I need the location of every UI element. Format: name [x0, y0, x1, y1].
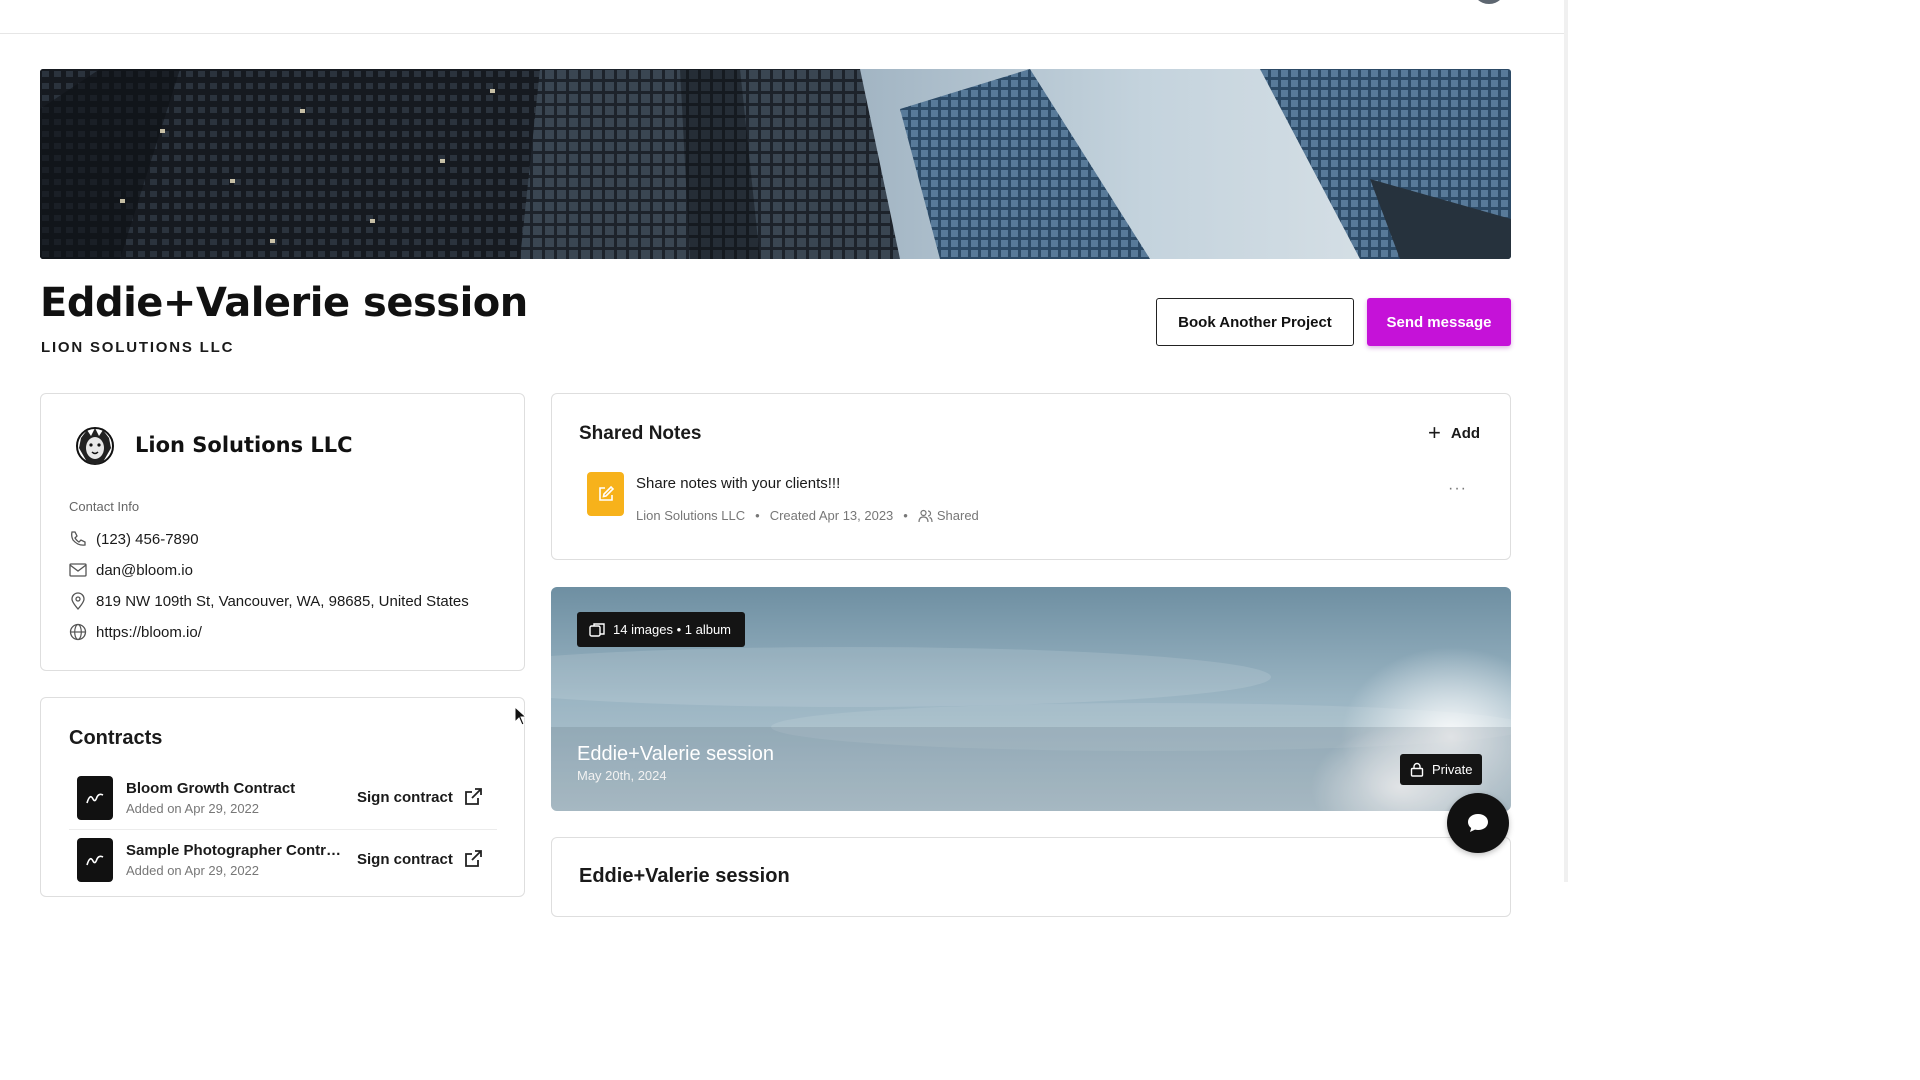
gallery-card[interactable]: 14 images • 1 album Eddie+Valerie sessio…	[551, 587, 1511, 811]
gallery-card-secondary[interactable]: Eddie+Valerie session	[551, 837, 1511, 917]
add-note-button[interactable]: + Add	[1428, 420, 1481, 445]
note-visibility: Shared	[936, 508, 979, 523]
client-name-subtitle: LION SOLUTIONS LLC	[41, 339, 235, 356]
contract-row: Sample Photographer Contract Added on Ap…	[69, 836, 497, 892]
contracts-card: Contracts Bloom Growth Contract Added on…	[40, 697, 525, 897]
contract-added-date: Added on Apr 29, 2022	[126, 863, 260, 878]
images-icon	[589, 622, 605, 637]
contact-info-label: Contact Info	[69, 499, 140, 514]
external-link-icon	[464, 850, 482, 867]
signature-icon	[77, 838, 113, 882]
location-pin-icon	[71, 592, 85, 610]
project-cover-image	[40, 69, 1511, 259]
scrollbar[interactable]	[1564, 0, 1568, 882]
private-badge: Private	[1400, 754, 1483, 785]
lock-icon	[1410, 762, 1424, 777]
contact-email-row[interactable]: dan@bloom.io	[68, 559, 508, 581]
gallery-count-text: 14 images • 1 album	[613, 622, 732, 637]
contract-added-date: Added on Apr 29, 2022	[126, 801, 260, 816]
lion-head-icon	[73, 424, 117, 468]
globe-icon	[69, 623, 87, 641]
book-another-project-button[interactable]: Book Another Project	[1156, 298, 1354, 346]
note-text[interactable]: Share notes with your clients!!!	[636, 475, 840, 492]
external-link-icon	[464, 788, 482, 805]
sign-contract-link[interactable]: Sign contract	[357, 849, 483, 869]
users-icon	[918, 509, 933, 522]
contract-name: Bloom Growth Contract	[126, 780, 296, 797]
mouse-cursor-icon	[514, 706, 528, 726]
chat-bubble-icon[interactable]	[1447, 793, 1509, 853]
contact-phone: (123) 456-7890	[96, 530, 199, 548]
company-name: Lion Solutions LLC	[135, 433, 353, 457]
top-navbar	[0, 0, 1564, 34]
user-avatar[interactable]	[1472, 0, 1506, 4]
page-title: Eddie+Valerie session	[40, 280, 528, 326]
gallery-date: May 20th, 2024	[577, 768, 667, 783]
note-author: Lion Solutions LLC	[636, 508, 746, 523]
note-meta: Lion Solutions LLC • Created Apr 13, 202…	[636, 508, 979, 523]
shared-notes-card: Shared Notes + Add Share notes with your…	[551, 393, 1511, 560]
signature-icon	[77, 776, 113, 820]
sign-contract-link[interactable]: Sign contract	[357, 787, 483, 807]
sign-contract-label: Sign contract	[357, 788, 453, 806]
gallery-title: Eddie+Valerie session	[577, 743, 774, 765]
mail-icon	[69, 563, 87, 577]
contact-website-row[interactable]: https://bloom.io/	[68, 621, 508, 643]
separator-dot: •	[903, 508, 908, 523]
contract-name: Sample Photographer Contract	[126, 842, 346, 859]
plus-icon: +	[1428, 420, 1441, 445]
contact-email: dan@bloom.io	[96, 561, 193, 579]
contact-website: https://bloom.io/	[96, 623, 202, 641]
contact-phone-row[interactable]: (123) 456-7890	[68, 528, 508, 550]
contracts-title: Contracts	[69, 727, 163, 749]
add-note-label: Add	[1450, 424, 1481, 442]
note-more-options-icon[interactable]: ···	[1448, 480, 1467, 498]
privacy-label: Private	[1432, 762, 1473, 777]
separator-dot: •	[755, 508, 760, 523]
contract-row: Bloom Growth Contract Added on Apr 29, 2…	[69, 774, 497, 830]
shared-notes-title: Shared Notes	[579, 423, 702, 444]
phone-icon	[71, 531, 86, 546]
contact-address: 819 NW 109th St, Vancouver, WA, 98685, U…	[96, 592, 469, 610]
sign-contract-label: Sign contract	[357, 850, 453, 868]
note-created-date: Created Apr 13, 2023	[769, 508, 894, 523]
gallery-count-badge: 14 images • 1 album	[577, 612, 746, 647]
send-message-button[interactable]: Send message	[1367, 298, 1511, 346]
contact-address-row[interactable]: 819 NW 109th St, Vancouver, WA, 98685, U…	[68, 590, 508, 612]
gallery-title: Eddie+Valerie session	[579, 865, 790, 887]
edit-note-icon	[587, 472, 624, 516]
